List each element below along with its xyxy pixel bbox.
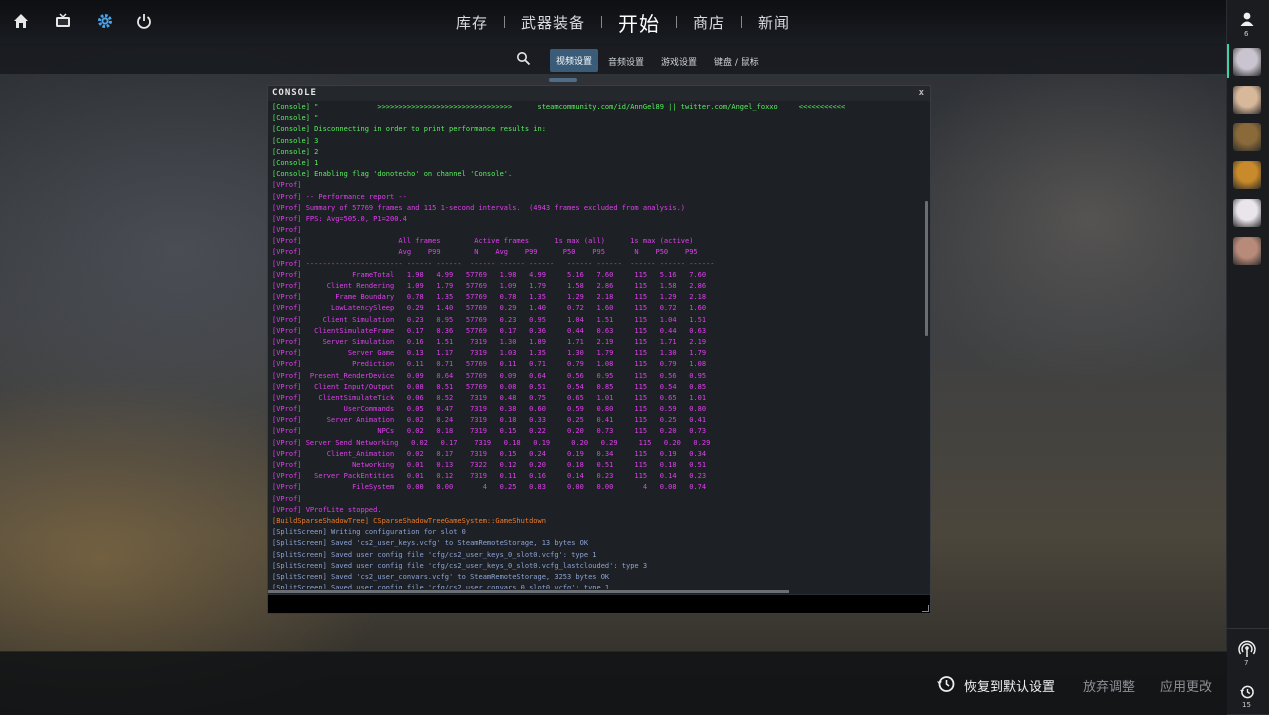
apply-changes-button[interactable]: 应用更改 xyxy=(1160,676,1212,695)
console-line: [VProf] Networking 0.01 0.13 7322 0.12 0… xyxy=(272,461,707,469)
main-nav: 库存 武器装备 开始 商店 新闻 xyxy=(440,0,806,44)
console-log[interactable]: [Console] " >>>>>>>>>>>>>>>>>>>>>>>>>>>>… xyxy=(272,102,922,589)
console-line: [VProf] Prediction 0.11 0.71 57769 0.11 … xyxy=(272,360,707,369)
discard-changes-button[interactable]: 放弃调整 xyxy=(1083,676,1135,695)
console-line: [Console] " >>>>>>>>>>>>>>>>>>>>>>>>>>>>… xyxy=(272,103,846,111)
console-line: [SplitScreen] Saved user config file 'cf… xyxy=(272,561,648,570)
console-line: [VProf] -- Performance report -- xyxy=(272,192,407,201)
console-line: [Console] 3 xyxy=(272,136,319,145)
tab-keyboard-mouse[interactable]: 键盘 / 鼠标 xyxy=(709,52,764,71)
console-line: [SplitScreen] Writing configuration for … xyxy=(272,528,466,537)
search-icon[interactable] xyxy=(516,51,531,70)
friend-avatar[interactable] xyxy=(1233,199,1261,227)
console-line: [VProf] Server PackEntities 0.01 0.12 73… xyxy=(272,472,707,481)
friends-icon[interactable] xyxy=(1239,11,1255,31)
console-horizontal-scrollbar[interactable] xyxy=(268,590,789,593)
resize-handle[interactable] xyxy=(922,605,929,612)
tab-audio-settings[interactable]: 音频设置 xyxy=(603,52,649,71)
settings-subnav: 视频设置 音频设置 游戏设置 键盘 / 鼠标 xyxy=(0,44,1227,74)
reset-defaults-button[interactable]: 恢复到默认设置 xyxy=(964,676,1055,695)
console-line: [VProf] xyxy=(272,181,302,190)
close-button[interactable]: x xyxy=(919,86,925,101)
reset-history-icon[interactable] xyxy=(936,674,956,698)
console-vertical-scrollbar[interactable] xyxy=(925,201,928,336)
console-line: [VProf] Client Input/Output 0.08 0.51 57… xyxy=(272,382,707,391)
console-line: [VProf] ----------------------- ------ -… xyxy=(272,259,715,268)
broadcast-count: 7 xyxy=(1244,659,1249,667)
console-command-input[interactable] xyxy=(268,594,930,613)
friend-avatar[interactable] xyxy=(1233,86,1261,114)
console-line: [VProf] Client Simulation 0.23 0.95 5776… xyxy=(272,315,707,324)
console-line: [VProf] Server Simulation 0.16 1.51 7319… xyxy=(272,337,707,346)
console-line: [VProf] xyxy=(272,226,302,235)
console-line: [SplitScreen] Saved user config file 'cf… xyxy=(272,584,610,589)
console-line: [SplitScreen] Saved 'cs2_user_keys.vcfg'… xyxy=(272,539,589,548)
nav-loadout[interactable]: 武器装备 xyxy=(505,12,601,33)
friend-avatar[interactable] xyxy=(1233,161,1261,189)
console-line: [VProf] Avg P99 N Avg P99 P50 P95 N P50 … xyxy=(272,248,698,257)
nav-store[interactable]: 商店 xyxy=(677,12,741,33)
online-indicator xyxy=(1227,44,1229,78)
console-line: [VProf] Server Send Networking 0.02 0.17… xyxy=(272,438,711,447)
console-line: [BuildSparseShadowTree] CSparseShadowTre… xyxy=(272,516,546,525)
console-line: [Console] 1 xyxy=(272,158,319,167)
rail-divider xyxy=(1227,628,1269,629)
settings-footer: 恢复到默认设置 放弃调整 应用更改 xyxy=(0,651,1227,715)
console-line: [VProf] Server Animation 0.02 0.24 7319 … xyxy=(272,416,707,425)
friends-count: 6 xyxy=(1244,30,1249,38)
console-line: [Console] 2 xyxy=(272,147,319,156)
console-line: [VProf] xyxy=(272,494,302,503)
console-line: [VProf] LowLatencySleep 0.29 1.40 57769 … xyxy=(272,304,707,313)
console-line: [VProf] Summary of 57769 frames and 115 … xyxy=(272,203,686,212)
console-line: [SplitScreen] Saved 'cs2_user_convars.vc… xyxy=(272,572,610,581)
console-title: CONSOLE xyxy=(272,88,317,98)
console-line: [VProf] Present_RenderDevice 0.09 0.64 5… xyxy=(272,371,707,380)
console-line: [VProf] UserCommands 0.05 0.47 7319 0.38… xyxy=(272,405,707,414)
top-bar: 库存 武器装备 开始 商店 新闻 xyxy=(0,0,1227,45)
console-line: [VProf] FPS: Avg=505.0, P1=200.4 xyxy=(272,214,407,223)
console-line: [Console] " xyxy=(272,114,319,123)
console-window[interactable]: CONSOLE x [Console] " >>>>>>>>>>>>>>>>>>… xyxy=(267,85,931,614)
console-line: [VProf] ClientSimulateTick 0.06 0.52 731… xyxy=(272,393,707,402)
console-line: [VProf] FileSystem 0.00 0.00 4 0.25 0.83… xyxy=(272,483,707,492)
nav-play[interactable]: 开始 xyxy=(602,8,676,37)
friend-avatar[interactable] xyxy=(1233,123,1261,151)
tab-game-settings[interactable]: 游戏设置 xyxy=(656,52,702,71)
console-titlebar[interactable]: CONSOLE x xyxy=(268,86,930,101)
console-line: [VProf] VProfLite stopped. xyxy=(272,505,382,514)
console-line: [VProf] ClientSimulateFrame 0.17 0.36 57… xyxy=(272,326,707,335)
console-line: [VProf] FrameTotal 1.98 4.99 57769 1.98 … xyxy=(272,270,707,279)
nav-inventory[interactable]: 库存 xyxy=(440,12,504,33)
console-line: [VProf] Server Game 0.13 1.17 7319 1.03 … xyxy=(272,349,707,358)
home-icon[interactable] xyxy=(12,12,32,32)
history-count: 15 xyxy=(1242,701,1251,709)
console-line: [VProf] All frames Active frames 1s max … xyxy=(272,237,694,246)
console-line: [VProf] Client_Animation 0.02 0.17 7319 … xyxy=(272,449,707,458)
tv-icon[interactable] xyxy=(54,12,74,32)
console-line: [Console] Disconnecting in order to prin… xyxy=(272,125,546,134)
friend-avatar[interactable] xyxy=(1233,48,1261,76)
console-line: [SplitScreen] Saved user config file 'cf… xyxy=(272,550,597,559)
nav-news[interactable]: 新闻 xyxy=(742,12,806,33)
active-tab-indicator xyxy=(549,78,577,82)
friend-avatar[interactable] xyxy=(1233,237,1261,265)
console-line: [VProf] NPCs 0.02 0.18 7319 0.15 0.22 0.… xyxy=(272,427,707,436)
gear-icon[interactable] xyxy=(96,12,116,32)
console-line: [VProf] Frame Boundary 0.78 1.35 57769 0… xyxy=(272,293,707,302)
tab-video-settings[interactable]: 视频设置 xyxy=(550,49,599,72)
console-line: [Console] Enabling flag 'donotecho' on c… xyxy=(272,170,513,179)
power-icon[interactable] xyxy=(135,12,155,32)
friends-rail: 6 7 15 xyxy=(1226,0,1269,714)
console-line: [VProf] Client Rendering 1.09 1.79 57769… xyxy=(272,282,707,290)
